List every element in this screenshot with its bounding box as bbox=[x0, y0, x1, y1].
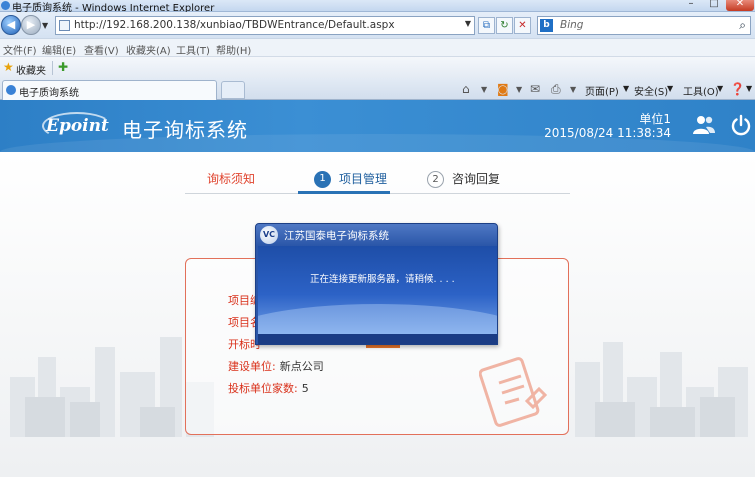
active-step-indicator bbox=[298, 191, 390, 194]
bidder-count-field: 投标单位家数: 5 bbox=[228, 380, 309, 396]
step-project-management[interactable]: 1 项目管理 bbox=[314, 170, 387, 188]
menu-help[interactable]: 帮助(H) bbox=[216, 42, 251, 57]
home-dropdown-icon[interactable]: ▼ bbox=[481, 85, 487, 94]
menu-tools[interactable]: 工具(T) bbox=[176, 42, 210, 57]
bing-icon: b bbox=[540, 19, 553, 32]
dialog-title: 江苏国泰电子询标系统 bbox=[284, 230, 389, 242]
bidder-count-label: 投标单位家数: bbox=[228, 382, 298, 395]
current-unit: 单位1 bbox=[639, 112, 671, 126]
forward-arrow-icon: ▶ bbox=[26, 18, 36, 31]
power-icon[interactable] bbox=[730, 114, 752, 136]
help-dropdown-icon[interactable]: ▼ bbox=[746, 84, 752, 93]
home-icon[interactable]: ⌂ bbox=[462, 82, 470, 96]
mail-icon[interactable]: ✉ bbox=[530, 82, 540, 96]
close-window-button[interactable]: ✕ bbox=[726, 0, 754, 11]
window-title-bar: 电子质询系统 - Windows Internet Explorer – □ ✕ bbox=[0, 0, 755, 14]
current-datetime: 2015/08/24 11:38:34 bbox=[544, 126, 671, 140]
minimize-button[interactable]: – bbox=[680, 0, 702, 11]
document-edit-icon bbox=[479, 357, 548, 427]
menu-view[interactable]: 查看(V) bbox=[84, 42, 119, 57]
back-arrow-icon: ◀ bbox=[6, 18, 16, 31]
safety-menu[interactable]: 安全(S) bbox=[634, 83, 668, 98]
page-icon bbox=[59, 20, 70, 31]
step-bid-notice[interactable]: 询标须知 bbox=[207, 170, 255, 187]
refresh-button[interactable]: ↻ bbox=[496, 17, 513, 34]
builder-field: 建设单位: 新点公司 bbox=[228, 358, 324, 374]
add-favorite-icon[interactable]: ✚ bbox=[58, 60, 68, 74]
maximize-button[interactable]: □ bbox=[703, 0, 725, 11]
builder-value: 新点公司 bbox=[279, 360, 324, 373]
favorites-bar: ★ 收藏夹 ✚ bbox=[0, 56, 755, 78]
ie-tab-icon bbox=[6, 85, 16, 95]
dialog-body: 正在连接更新服务器，请稍候. . . . bbox=[258, 246, 497, 334]
page-menu[interactable]: 页面(P) bbox=[585, 83, 619, 98]
new-tab-button[interactable] bbox=[221, 81, 245, 99]
dialog-glow bbox=[258, 304, 497, 334]
step-number: 1 bbox=[314, 171, 331, 188]
step-label: 询标须知 bbox=[207, 172, 256, 186]
epoint-logo: Epoint bbox=[42, 109, 112, 143]
step-label: 项目管理 bbox=[339, 172, 388, 186]
vc-logo-icon: VC bbox=[260, 226, 278, 244]
menu-favorites[interactable]: 收藏夹(A) bbox=[126, 42, 171, 57]
logo-text: Epoint bbox=[46, 116, 109, 136]
address-bar-row: ◀ ▶ ▼ http://192.168.200.138/xunbiao/TBD… bbox=[0, 12, 755, 38]
search-placeholder: Bing bbox=[560, 19, 584, 31]
help-icon[interactable]: ❓ bbox=[730, 82, 745, 96]
app-title: 电子询标系统 bbox=[122, 118, 248, 142]
page-dropdown-icon[interactable]: ▼ bbox=[623, 84, 629, 93]
address-field[interactable]: http://192.168.200.138/xunbiao/TBDWEntra… bbox=[55, 16, 475, 35]
history-dropdown-icon[interactable]: ▼ bbox=[42, 21, 48, 30]
address-dropdown-icon[interactable]: ▼ bbox=[465, 19, 471, 28]
ie-icon bbox=[1, 1, 10, 10]
tab-title: 电子质询系统 bbox=[19, 88, 79, 99]
back-button[interactable]: ◀ bbox=[1, 15, 21, 35]
tab-current[interactable]: 电子质询系统 bbox=[2, 80, 217, 100]
tools-menu[interactable]: 工具(O) bbox=[683, 83, 719, 98]
update-dialog: VC 江苏国泰电子询标系统 正在连接更新服务器，请稍候. . . . bbox=[255, 223, 498, 345]
tab-row: 电子质询系统 ⌂ ▼ ◙ ▼ ✉ ⎙ ▼ 页面(P) ▼ 安全(S) ▼ 工具(… bbox=[0, 78, 755, 100]
bidder-count-value: 5 bbox=[301, 382, 309, 395]
step-consult-reply[interactable]: 2 咨询回复 bbox=[427, 170, 500, 188]
step-number: 2 bbox=[427, 171, 444, 188]
step-label: 咨询回复 bbox=[452, 172, 501, 186]
dialog-title-bar: VC 江苏国泰电子询标系统 bbox=[256, 224, 497, 246]
safety-dropdown-icon[interactable]: ▼ bbox=[667, 84, 673, 93]
menu-bar: 文件(F) 编辑(E) 查看(V) 收藏夹(A) 工具(T) 帮助(H) bbox=[0, 38, 755, 57]
search-icon[interactable]: ⌕ bbox=[739, 18, 746, 33]
dialog-message: 正在连接更新服务器，请稍候. . . . bbox=[310, 274, 455, 285]
search-field[interactable]: b Bing ⌕ bbox=[537, 16, 751, 35]
tools-dropdown-icon[interactable]: ▼ bbox=[717, 84, 723, 93]
print-dropdown-icon[interactable]: ▼ bbox=[570, 85, 576, 94]
dialog-footer bbox=[258, 334, 497, 344]
forward-button[interactable]: ▶ bbox=[21, 15, 41, 35]
url-text[interactable]: http://192.168.200.138/xunbiao/TBDWEntra… bbox=[74, 19, 395, 31]
favorites-button[interactable]: 收藏夹 bbox=[16, 62, 46, 77]
stop-button[interactable]: ✕ bbox=[514, 17, 531, 34]
rss-feed-icon[interactable]: ◙ bbox=[497, 82, 509, 96]
feed-dropdown-icon[interactable]: ▼ bbox=[516, 85, 522, 94]
app-header: Epoint 电子询标系统 单位1 2015/08/24 11:38:34 bbox=[0, 100, 755, 152]
users-icon[interactable] bbox=[692, 114, 716, 136]
builder-label: 建设单位: bbox=[228, 360, 276, 373]
print-icon[interactable]: ⎙ bbox=[551, 82, 561, 97]
separator bbox=[52, 61, 53, 75]
compatibility-view-button[interactable]: ⧉ bbox=[478, 17, 495, 34]
menu-edit[interactable]: 编辑(E) bbox=[42, 42, 76, 57]
favorites-star-icon[interactable]: ★ bbox=[3, 60, 14, 74]
menu-file[interactable]: 文件(F) bbox=[3, 42, 37, 57]
